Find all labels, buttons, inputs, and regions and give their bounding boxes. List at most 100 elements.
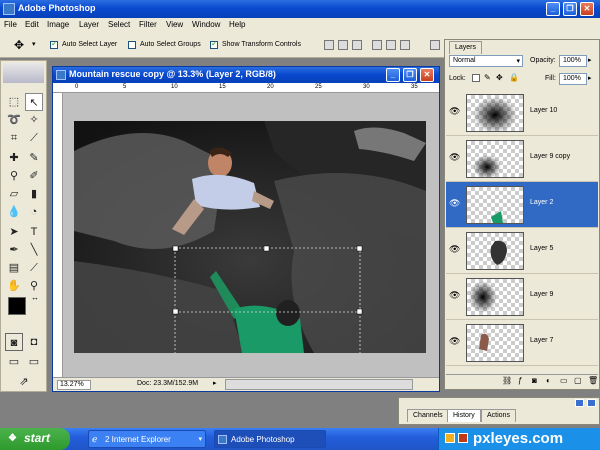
- blend-mode-select[interactable]: Normal ▾: [449, 55, 523, 67]
- minimize-button[interactable]: _: [546, 2, 560, 16]
- fill-field[interactable]: 100%: [559, 73, 587, 85]
- menu-help[interactable]: Help: [229, 20, 245, 29]
- gradient-tool-icon[interactable]: ▮: [25, 185, 43, 203]
- link-layers-icon[interactable]: ⛓: [502, 376, 512, 385]
- tab-history[interactable]: History: [447, 409, 481, 422]
- path-selection-tool-icon[interactable]: ➤: [5, 223, 23, 241]
- status-menu-arrow-icon[interactable]: ▸: [213, 379, 217, 387]
- layer-row[interactable]: 👁 Layer 5: [446, 228, 598, 274]
- visibility-eye-icon[interactable]: 👁: [449, 198, 460, 208]
- lock-position-icon[interactable]: ✥: [496, 73, 503, 82]
- menu-image[interactable]: Image: [47, 20, 69, 29]
- eyedropper-tool-icon[interactable]: ⟋: [25, 259, 43, 277]
- lock-all-icon[interactable]: 🔒: [509, 73, 519, 82]
- align-vcenter-icon[interactable]: [338, 40, 348, 50]
- visibility-eye-icon[interactable]: 👁: [449, 152, 460, 162]
- auto-select-groups-checkbox[interactable]: [128, 41, 136, 49]
- show-transform-controls-checkbox[interactable]: [210, 39, 218, 49]
- doc-minimize-button[interactable]: _: [386, 68, 400, 82]
- notes-tool-icon[interactable]: ▤: [5, 259, 23, 277]
- delete-layer-icon[interactable]: 🗑: [588, 376, 598, 385]
- hand-tool-icon[interactable]: ✋: [5, 277, 23, 295]
- doc-close-button[interactable]: ✕: [420, 68, 434, 82]
- move-tool-icon[interactable]: ✥: [14, 38, 24, 52]
- align-right-icon[interactable]: [400, 40, 410, 50]
- layer-name: Layer 2: [530, 199, 554, 206]
- menu-select[interactable]: Select: [108, 20, 130, 29]
- lasso-tool-icon[interactable]: ➰: [5, 111, 23, 129]
- pen-tool-icon[interactable]: ✒: [5, 241, 23, 259]
- lock-transparency-icon[interactable]: [472, 74, 480, 82]
- zoom-level-field[interactable]: 13.27%: [57, 380, 91, 390]
- layer-row[interactable]: 👁 Layer 9: [446, 274, 598, 320]
- jump-to-imageready-icon[interactable]: ⇗: [5, 373, 43, 391]
- layer-row-selected[interactable]: 👁 Layer 2: [446, 182, 598, 228]
- screen-mode-full-icon[interactable]: ▭: [25, 353, 43, 371]
- palette-minimize-button[interactable]: [575, 399, 584, 407]
- visibility-eye-icon[interactable]: 👁: [449, 106, 460, 116]
- new-layer-icon[interactable]: ▢: [574, 376, 582, 385]
- magic-wand-tool-icon[interactable]: ✧: [25, 111, 43, 129]
- screen-mode-standard-icon[interactable]: ▭: [5, 353, 23, 371]
- doc-maximize-button[interactable]: ❐: [403, 68, 417, 82]
- horizontal-scrollbar[interactable]: [225, 379, 413, 390]
- menu-edit[interactable]: Edit: [25, 20, 39, 29]
- align-top-icon[interactable]: [324, 40, 334, 50]
- align-hcenter-icon[interactable]: [386, 40, 396, 50]
- swap-colors-icon[interactable]: ↔: [31, 293, 39, 302]
- foreground-color-swatch[interactable]: [8, 297, 26, 315]
- layer-mask-icon[interactable]: ◙: [532, 376, 537, 385]
- maximize-button[interactable]: ❐: [563, 2, 577, 16]
- auto-select-layer-checkbox[interactable]: [50, 39, 58, 49]
- tab-actions[interactable]: Actions: [481, 409, 516, 422]
- lock-pixels-icon[interactable]: ✎: [484, 73, 491, 82]
- visibility-eye-icon[interactable]: 👁: [449, 244, 460, 254]
- clone-stamp-tool-icon[interactable]: ⚲: [5, 167, 23, 185]
- taskbar-internet-explorer[interactable]: ℯ 2 Internet Explorer ▾: [88, 430, 206, 448]
- blur-tool-icon[interactable]: 💧: [5, 203, 23, 221]
- tray-app-icon[interactable]: [458, 433, 468, 443]
- brush-tool-icon[interactable]: ✎: [25, 149, 43, 167]
- line-tool-icon[interactable]: ╲: [25, 241, 43, 259]
- new-group-icon[interactable]: ▭: [560, 376, 568, 385]
- tab-channels[interactable]: Channels: [407, 409, 449, 422]
- visibility-eye-icon[interactable]: 👁: [449, 290, 460, 300]
- canvas-photo[interactable]: [74, 121, 426, 353]
- distribute-icon[interactable]: [430, 40, 440, 50]
- menu-window[interactable]: Window: [192, 20, 220, 29]
- tray-app-icon[interactable]: [445, 433, 455, 443]
- canvas-area[interactable]: [63, 93, 439, 377]
- adjustment-layer-icon[interactable]: ◐: [546, 376, 551, 385]
- eraser-tool-icon[interactable]: ▱: [5, 185, 23, 203]
- menu-view[interactable]: View: [166, 20, 183, 29]
- menu-filter[interactable]: Filter: [139, 20, 157, 29]
- tab-layers[interactable]: Layers: [449, 41, 483, 54]
- close-button[interactable]: ✕: [580, 2, 594, 16]
- quick-mask-mode-icon[interactable]: ◘: [25, 333, 43, 351]
- start-button[interactable]: ❖ start: [0, 428, 70, 450]
- visibility-eye-icon[interactable]: 👁: [449, 336, 460, 346]
- layer-row[interactable]: 👁 Layer 7: [446, 320, 598, 366]
- opacity-arrow-icon[interactable]: ▸: [588, 56, 592, 64]
- dodge-tool-icon[interactable]: ◔: [25, 203, 43, 221]
- menu-file[interactable]: File: [4, 20, 17, 29]
- layer-row[interactable]: 👁 Layer 9 copy: [446, 136, 598, 182]
- opacity-field[interactable]: 100%: [559, 55, 587, 67]
- healing-brush-tool-icon[interactable]: ✚: [5, 149, 23, 167]
- standard-mode-icon[interactable]: ◙: [5, 333, 23, 351]
- move-tool-icon[interactable]: ↖: [25, 93, 43, 111]
- marquee-tool-icon[interactable]: ⬚: [5, 93, 23, 111]
- type-tool-icon[interactable]: T: [25, 223, 43, 241]
- align-left-icon[interactable]: [372, 40, 382, 50]
- taskbar-adobe-photoshop[interactable]: Adobe Photoshop: [214, 430, 326, 448]
- crop-tool-icon[interactable]: ⌗: [5, 129, 23, 147]
- history-brush-tool-icon[interactable]: ✐: [25, 167, 43, 185]
- align-bottom-icon[interactable]: [352, 40, 362, 50]
- slice-tool-icon[interactable]: ⟋: [25, 129, 43, 147]
- palette-close-button[interactable]: [587, 399, 596, 407]
- tool-preset-dropdown-icon[interactable]: ▾: [32, 40, 36, 48]
- layer-row[interactable]: 👁 Layer 10: [446, 90, 598, 136]
- layer-style-icon[interactable]: ƒ: [518, 376, 522, 385]
- menu-layer[interactable]: Layer: [79, 20, 99, 29]
- fill-arrow-icon[interactable]: ▸: [588, 74, 592, 82]
